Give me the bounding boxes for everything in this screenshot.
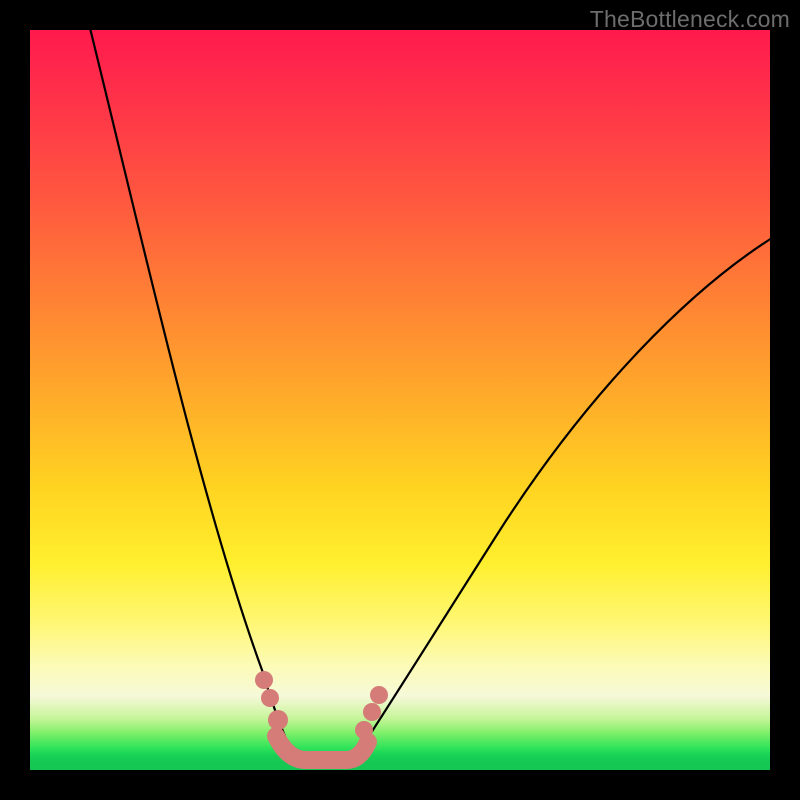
marker-dot xyxy=(370,686,388,704)
marker-dot xyxy=(255,671,273,689)
marker-dot xyxy=(355,721,373,739)
marker-dot xyxy=(268,710,288,730)
bottleneck-chart xyxy=(30,30,770,770)
marker-dot xyxy=(261,689,279,707)
watermark-text: TheBottleneck.com xyxy=(590,6,790,33)
right-branch-curve xyxy=(356,238,772,756)
valley-floor-arc xyxy=(276,736,368,760)
chart-svg xyxy=(30,30,770,770)
marker-dot xyxy=(363,703,381,721)
left-branch-curve xyxy=(88,20,294,756)
outer-black-frame: TheBottleneck.com xyxy=(0,0,800,800)
